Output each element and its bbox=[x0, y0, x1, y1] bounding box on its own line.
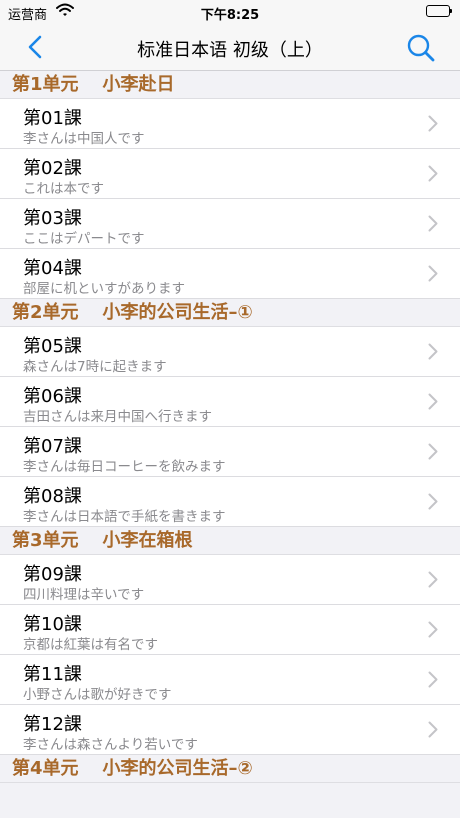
chevron-right-icon bbox=[428, 215, 438, 232]
lesson-row[interactable]: 第11課 小野さんは歌が好きです bbox=[0, 655, 460, 705]
lesson-subtitle: 小野さんは歌が好きです bbox=[23, 687, 172, 703]
section-header: 第2单元 小李的公司生活–① bbox=[0, 299, 460, 327]
lesson-list: 第1单元 小李赴日 第01課 李さんは中国人です 第02課 これは本です 第03課… bbox=[0, 71, 460, 783]
chevron-right-icon bbox=[428, 443, 438, 460]
navigation-bar: 标准日本语 初级（上） bbox=[0, 24, 460, 71]
section-unit: 第3单元 bbox=[12, 530, 79, 551]
chevron-right-icon bbox=[428, 115, 438, 132]
lesson-subtitle: 四川料理は辛いです bbox=[23, 587, 145, 603]
lesson-subtitle: 李さんは毎日コーヒーを飲みます bbox=[23, 459, 226, 475]
lesson-row[interactable]: 第05課 森さんは7時に起きます bbox=[0, 327, 460, 377]
battery-icon bbox=[426, 5, 452, 17]
lesson-subtitle: 吉田さんは来月中国へ行きます bbox=[23, 409, 212, 425]
lesson-subtitle: 李さんは日本語で手紙を書きます bbox=[23, 509, 226, 525]
section-name: 小李赴日 bbox=[102, 74, 175, 95]
lesson-row[interactable]: 第12課 李さんは森さんより若いです bbox=[0, 705, 460, 755]
chevron-right-icon bbox=[428, 571, 438, 588]
lesson-row[interactable]: 第01課 李さんは中国人です bbox=[0, 99, 460, 149]
chevron-right-icon bbox=[428, 165, 438, 182]
page-title: 标准日本语 初级（上） bbox=[137, 40, 323, 61]
lesson-row[interactable]: 第10課 京都は紅葉は有名です bbox=[0, 605, 460, 655]
lesson-subtitle: これは本です bbox=[23, 181, 104, 197]
lesson-subtitle: 京都は紅葉は有名です bbox=[23, 637, 158, 653]
lesson-row[interactable]: 第03課 ここはデパートです bbox=[0, 199, 460, 249]
chevron-right-icon bbox=[428, 393, 438, 410]
status-bar: 运营商 下午8:25 bbox=[0, 0, 460, 24]
chevron-right-icon bbox=[428, 343, 438, 360]
section-name: 小李的公司生活–② bbox=[102, 758, 253, 779]
lesson-row[interactable]: 第07課 李さんは毎日コーヒーを飲みます bbox=[0, 427, 460, 477]
lesson-subtitle: 李さんは森さんより若いです bbox=[23, 737, 198, 753]
chevron-right-icon bbox=[428, 721, 438, 738]
section-header: 第1单元 小李赴日 bbox=[0, 71, 460, 99]
lesson-subtitle: 部屋に机といすがあります bbox=[23, 281, 185, 297]
chevron-right-icon bbox=[428, 493, 438, 510]
chevron-right-icon bbox=[428, 265, 438, 282]
lesson-subtitle: 森さんは7時に起きます bbox=[23, 359, 167, 375]
lesson-row[interactable]: 第08課 李さんは日本語で手紙を書きます bbox=[0, 477, 460, 527]
section-unit: 第1单元 bbox=[12, 74, 79, 95]
section-unit: 第4单元 bbox=[12, 758, 79, 779]
lesson-row[interactable]: 第09課 四川料理は辛いです bbox=[0, 555, 460, 605]
section-header: 第4单元 小李的公司生活–② bbox=[0, 755, 460, 783]
lesson-row[interactable]: 第02課 これは本です bbox=[0, 149, 460, 199]
lesson-row[interactable]: 第04課 部屋に机といすがあります bbox=[0, 249, 460, 299]
lesson-subtitle: 李さんは中国人です bbox=[23, 131, 145, 147]
section-header: 第3单元 小李在箱根 bbox=[0, 527, 460, 555]
status-time: 下午8:25 bbox=[200, 8, 260, 23]
lesson-subtitle: ここはデパートです bbox=[23, 231, 145, 247]
chevron-right-icon bbox=[428, 621, 438, 638]
section-name: 小李在箱根 bbox=[102, 530, 193, 551]
chevron-right-icon bbox=[428, 671, 438, 688]
search-icon[interactable] bbox=[406, 33, 436, 63]
lesson-row[interactable]: 第06課 吉田さんは来月中国へ行きます bbox=[0, 377, 460, 427]
section-name: 小李的公司生活–① bbox=[102, 302, 253, 323]
section-unit: 第2单元 bbox=[12, 302, 79, 323]
